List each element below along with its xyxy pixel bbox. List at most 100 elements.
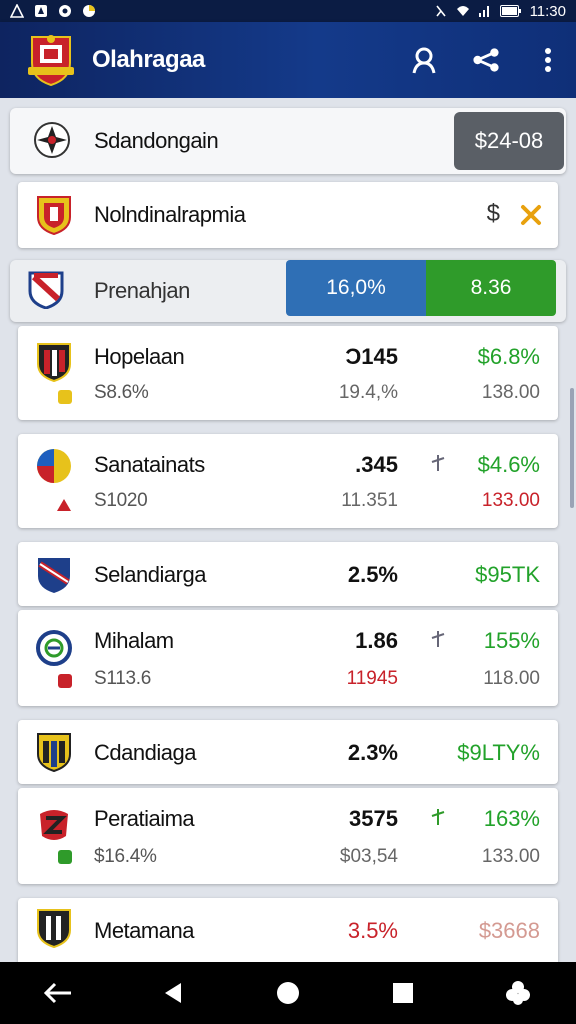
- status-time: 11:30: [529, 2, 566, 20]
- item-change: 155%: [483, 628, 540, 653]
- share-icon: [473, 48, 499, 72]
- item-value-sub: 11945: [346, 668, 398, 689]
- triangle-back-icon: [164, 983, 181, 1003]
- item-change-sub: 118.00: [483, 668, 540, 689]
- club-ball-icon: [37, 449, 71, 483]
- pie-notification-icon: [83, 5, 95, 17]
- list-item[interactable]: Sanatainats S1020 .345 11.351 $4.6% 133.…: [18, 434, 558, 528]
- club-crest-logo[interactable]: [24, 33, 78, 87]
- scrollbar[interactable]: [570, 388, 574, 508]
- badge-icon: [58, 850, 72, 864]
- featured-card-name: Nolndinalrapmia: [94, 202, 246, 227]
- content-area: Sdandongain $24-08 Nolndinalrapmia $ Pre…: [0, 98, 576, 962]
- list-item[interactable]: Peratiaima $16.4% 3575 $03,54 163% 133.0…: [18, 788, 558, 884]
- item-change: $3668: [478, 918, 540, 943]
- item-value-sub: $03,54: [339, 846, 398, 867]
- club-crest-icon: [37, 343, 71, 382]
- home-button[interactable]: [268, 973, 308, 1013]
- more-options-button[interactable]: [534, 46, 562, 74]
- signal-icon: [478, 6, 489, 17]
- app-title: Olahragaa: [92, 46, 205, 73]
- item-change: $9LTY%: [457, 740, 540, 765]
- currency-symbol: $: [486, 200, 500, 227]
- item-value: 1.86: [355, 628, 398, 653]
- club-crest-icon: [37, 909, 71, 948]
- item-name: Peratiaima: [94, 806, 195, 831]
- square-recents-icon: [393, 983, 414, 1003]
- wifi-icon: [456, 6, 469, 16]
- item-value: 3.5%: [347, 918, 398, 943]
- shield-crest-icon: [28, 271, 64, 309]
- pin-icon[interactable]: [430, 808, 446, 826]
- club-crest-icon: [40, 810, 68, 840]
- flower-icon: [506, 981, 531, 1005]
- item-value: 2.5%: [347, 562, 398, 587]
- item-sub: S113.6: [94, 668, 152, 689]
- app-notification-icon: [35, 5, 47, 17]
- item-sub: S1020: [94, 490, 148, 511]
- club-crest-icon: [36, 630, 72, 666]
- item-change-sub: 133.00: [481, 846, 540, 867]
- list-item[interactable]: Cdandiaga 2.3% $9LTY%: [18, 720, 558, 784]
- accessibility-button[interactable]: [498, 973, 538, 1013]
- item-value: Ɔ145: [345, 344, 398, 369]
- item-change-sub: 133.00: [481, 490, 540, 511]
- club-crest-icon: [37, 196, 71, 235]
- circle-home-icon: [276, 982, 299, 1004]
- club-crest-icon: [38, 558, 70, 593]
- header-card[interactable]: Sdandongain $24-08: [10, 108, 566, 174]
- percent-pill[interactable]: 16,0%: [286, 260, 426, 316]
- item-change: $95TK: [475, 562, 540, 587]
- item-change: $4.6%: [477, 452, 540, 477]
- item-name: Mihalam: [94, 628, 174, 653]
- item-sub: $16.4%: [94, 846, 157, 867]
- item-sub: S8.6%: [94, 382, 149, 403]
- item-change-sub: 138.00: [481, 382, 540, 403]
- item-name: Selandiarga: [94, 562, 206, 587]
- item-value-sub: 19.4,%: [338, 382, 398, 403]
- star-badge-icon: [34, 122, 70, 158]
- item-value: 3575: [349, 806, 398, 831]
- pin-icon[interactable]: [430, 630, 446, 648]
- triangle-badge-icon: [57, 499, 71, 511]
- circle-notification-icon: [59, 5, 71, 17]
- warning-icon: [10, 4, 24, 18]
- battery-icon: [499, 5, 521, 17]
- recents-button[interactable]: [383, 973, 423, 1013]
- item-name: Metamana: [94, 918, 194, 943]
- profile-button[interactable]: [410, 46, 438, 74]
- list-item[interactable]: Hopelaan S8.6% Ɔ145 19.4,% $6.8% 138.00: [18, 326, 558, 420]
- back-arrow-button[interactable]: [38, 973, 78, 1013]
- list-item[interactable]: Mihalam S113.6 1.86 11945 155% 118.00: [18, 610, 558, 706]
- item-value: .345: [355, 452, 398, 477]
- close-icon[interactable]: [520, 204, 542, 226]
- nfc-icon: [435, 5, 446, 17]
- list-item[interactable]: Selandiarga 2.5% $95TK: [18, 542, 558, 606]
- system-nav-bar: [0, 962, 576, 1024]
- item-name: Sanatainats: [94, 452, 205, 477]
- more-vertical-icon: [545, 48, 551, 72]
- item-value: 2.3%: [347, 740, 398, 765]
- price-chip[interactable]: $24-08: [454, 112, 564, 170]
- item-value-sub: 11.351: [341, 490, 398, 511]
- item-name: Hopelaan: [94, 344, 185, 369]
- status-bar: 11:30: [0, 0, 576, 22]
- badge-icon: [58, 674, 72, 688]
- app-bar: Olahragaa: [0, 22, 576, 98]
- header-card-name: Sdandongain: [94, 128, 219, 153]
- club-crest-icon: [37, 733, 71, 772]
- pin-icon[interactable]: [430, 454, 446, 472]
- featured-card[interactable]: Nolndinalrapmia $: [18, 182, 558, 248]
- summary-card-name: Prenahjan: [94, 278, 190, 303]
- arrow-left-icon: [43, 982, 71, 1004]
- back-button[interactable]: [153, 973, 193, 1013]
- share-button[interactable]: [472, 46, 500, 74]
- item-name: Cdandiaga: [94, 740, 196, 765]
- value-pill[interactable]: 8.36: [426, 260, 556, 316]
- item-change: 163%: [483, 806, 540, 831]
- summary-card[interactable]: Prenahjan 16,0% 8.36: [10, 260, 566, 322]
- user-icon: [412, 47, 436, 74]
- badge-icon: [58, 390, 72, 404]
- item-change: $6.8%: [477, 344, 540, 369]
- list-item[interactable]: Metamana 3.5% $3668: [18, 898, 558, 962]
